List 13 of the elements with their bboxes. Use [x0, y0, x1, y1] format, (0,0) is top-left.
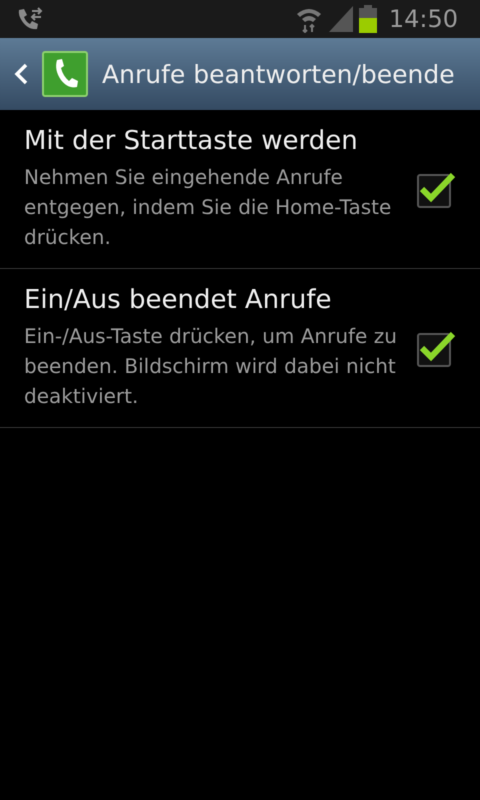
- phone-app-icon: [42, 51, 88, 97]
- clock-time: 14:50: [388, 5, 458, 33]
- setting-title: Mit der Starttaste werden: [24, 126, 359, 156]
- setting-summary: Nehmen Sie eingehende Anrufe entgegen, indem Sie die Home-Taste drücken.: [24, 164, 392, 251]
- setting-row[interactable]: Ein/Aus beendet Anrufe Ein-/Aus-Taste drücken, um Anrufe zu beenden. Bildschirm wird dabei nicht deaktiviert.: [0, 269, 480, 428]
- setting-summary: Ein-/Aus-Taste drücken, um Anrufe zu beenden. Bildschirm wird dabei nicht deaktiviert.: [24, 323, 398, 410]
- setting-row[interactable]: Mit der Starttaste werden Nehmen Sie eingehende Anrufe entgegen, indem Sie die Home-Taste drücken.: [0, 110, 480, 269]
- battery-icon: [358, 5, 377, 33]
- screen-title: Anrufe beantworten/beende: [102, 60, 455, 88]
- setting-title: Ein/Aus beendet Anrufe: [24, 285, 332, 315]
- signal-icon: [328, 6, 353, 32]
- phone-call-icon: [16, 7, 44, 31]
- back-icon[interactable]: [14, 63, 28, 85]
